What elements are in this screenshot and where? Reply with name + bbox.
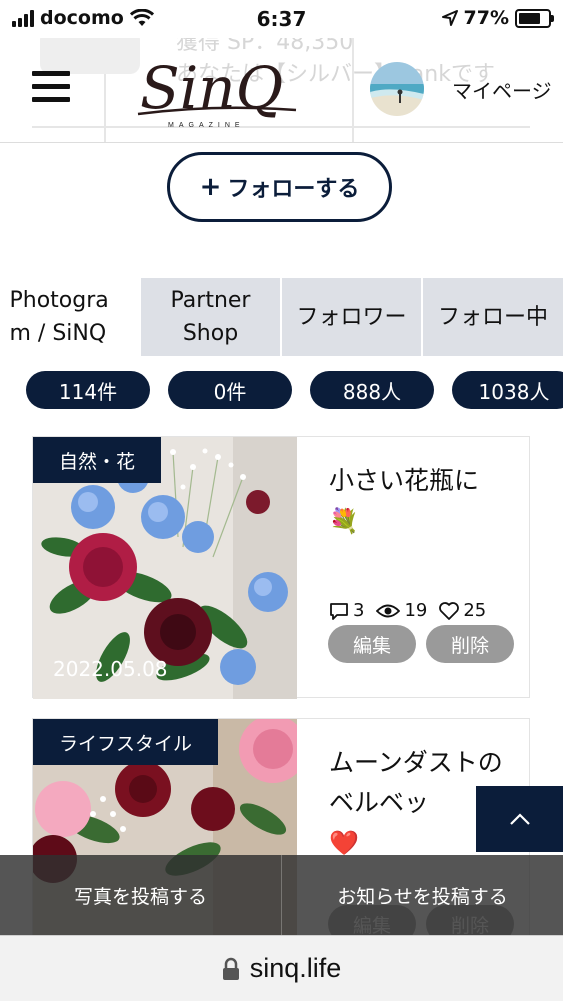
bottom-action-bar: 写真を投稿する お知らせを投稿する [0, 855, 563, 935]
count-followers: 888人 [310, 371, 434, 409]
tab-followers[interactable]: フォロワー [282, 278, 423, 356]
eye-icon [376, 604, 401, 617]
logo-subtext: MAGAZINE [168, 122, 245, 129]
hamburger-menu-icon[interactable] [32, 71, 70, 105]
post-title[interactable]: 小さい花瓶に 💐 [329, 461, 515, 541]
scroll-top-button[interactable] [476, 786, 563, 852]
location-arrow-icon [441, 10, 458, 26]
follow-button[interactable]: + フォローする [167, 152, 392, 222]
post-date: 2022.05.08 [53, 657, 168, 681]
heart-emoji: ❤️ [329, 829, 359, 857]
post-stats: 3 19 25 [329, 600, 492, 621]
heart-icon[interactable] [439, 601, 460, 620]
tab-following[interactable]: フォロー中 [423, 278, 563, 356]
post-actions: 編集 削除 [328, 625, 514, 663]
comment-count: 3 [353, 600, 365, 621]
count-pills: 114件 0件 888人 1038人 [26, 371, 563, 409]
status-right: 77% [441, 7, 554, 29]
comment-icon [330, 602, 348, 620]
lock-icon [222, 957, 239, 980]
site-header: 獲得 SP：48,350 あなたは【シルバー】Rankです SinQ MAGAZ… [0, 38, 563, 143]
count-posts: 114件 [26, 371, 150, 409]
profile-tabs: Photogram / SiNQ Partner Shop フォロワー フォロー… [0, 278, 563, 356]
ghost-badge [40, 38, 140, 74]
status-bar: docomo 6:37 77% [0, 0, 563, 38]
battery-percent: 77% [463, 7, 509, 29]
category-label: ライフスタイル [33, 719, 219, 765]
category-label: 自然・花 [33, 437, 162, 483]
tab-partner-shop[interactable]: Partner Shop [141, 278, 282, 356]
post-image[interactable]: 自然・花 2022.05.08 [33, 437, 297, 699]
avatar[interactable] [370, 62, 424, 116]
url-domain: sinq.life [249, 953, 342, 983]
follow-button-label: フォローする [227, 177, 360, 202]
delete-button[interactable]: 削除 [426, 625, 514, 663]
post-photo-button[interactable]: 写真を投稿する [0, 855, 281, 935]
tab-label: フォロー中 [437, 304, 548, 330]
post-title-text: 小さい花瓶に [329, 466, 480, 495]
post-card[interactable]: 自然・花 2022.05.08 小さい花瓶に 💐 3 19 25 編集 削除 [32, 436, 530, 699]
chevron-up-icon [509, 813, 530, 825]
plus-icon: + [199, 172, 222, 202]
ghost-divider [352, 38, 354, 142]
mypage-link[interactable]: マイページ [452, 75, 552, 104]
tab-label: フォロワー [296, 304, 407, 330]
tab-label: Photogram / SiNQ [9, 288, 109, 346]
like-count: 25 [463, 600, 487, 621]
battery-icon [515, 8, 554, 28]
count-shops: 0件 [168, 371, 292, 409]
post-news-button[interactable]: お知らせを投稿する [282, 855, 563, 935]
tab-label: Partner Shop [170, 288, 251, 346]
view-count: 19 [404, 600, 428, 621]
browser-url-bar[interactable]: sinq.life [0, 935, 563, 1001]
count-following: 1038人 [452, 371, 563, 409]
tab-photogram[interactable]: Photogram / SiNQ [0, 278, 141, 356]
bouquet-emoji: 💐 [329, 507, 359, 535]
edit-button[interactable]: 編集 [328, 625, 416, 663]
